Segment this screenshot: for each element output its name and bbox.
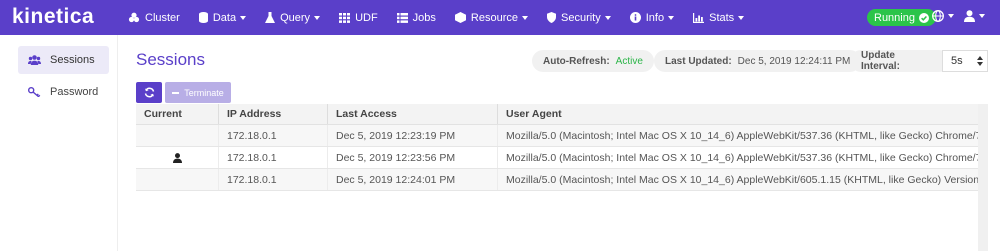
nav-security-label: Security — [561, 11, 601, 24]
minus-icon — [172, 91, 180, 94]
current-cell — [136, 169, 219, 190]
auto-refresh-label: Auto-Refresh: — [543, 55, 610, 67]
table-row[interactable]: 172.18.0.1 Dec 5, 2019 12:23:19 PM Mozil… — [136, 125, 978, 147]
nav-resource-label: Resource — [470, 11, 518, 24]
update-interval-label: Update Interval: — [861, 50, 900, 72]
info-icon — [629, 12, 641, 23]
column-header-current[interactable]: Current — [136, 104, 219, 124]
nav-stats-label: Stats — [709, 11, 735, 24]
user-agent-cell: Mozilla/5.0 (Macintosh; Intel Mac OS X 1… — [506, 173, 978, 186]
nav-data[interactable]: Data — [198, 11, 247, 24]
chevron-down-icon — [738, 15, 745, 20]
sidebar-item-password[interactable]: Password — [18, 78, 109, 106]
user-agent-cell: Mozilla/5.0 (Macintosh; Intel Mac OS X 1… — [506, 129, 978, 142]
list-icon — [396, 12, 408, 23]
nav-query[interactable]: Query — [265, 11, 321, 24]
globe-icon — [932, 10, 944, 22]
terminate-button[interactable]: Terminate — [165, 82, 231, 103]
sidebar: Sessions Password — [0, 35, 118, 251]
nav-jobs[interactable]: Jobs — [396, 11, 436, 24]
table-row[interactable]: 172.18.0.1 Dec 5, 2019 12:23:56 PM Mozil… — [136, 147, 978, 169]
nav-cluster[interactable]: Cluster — [128, 12, 180, 24]
cube-icon — [454, 12, 466, 23]
main-nav: Cluster Data Query UDF Jobs Resource Sec… — [128, 0, 763, 35]
nav-data-label: Data — [212, 11, 237, 24]
user-icon — [172, 152, 182, 163]
update-interval-pill: Update Interval: — [850, 50, 950, 72]
chevron-down-icon — [314, 15, 321, 20]
table-row[interactable]: 172.18.0.1 Dec 5, 2019 12:24:01 PM Mozil… — [136, 169, 978, 191]
last-updated-value: Dec 5, 2019 12:24:11 PM — [737, 55, 851, 67]
language-menu[interactable] — [932, 10, 954, 22]
user-menu[interactable] — [964, 10, 985, 22]
chevron-down-icon — [948, 14, 954, 18]
table-header: Current IP Address Last Access User Agen… — [136, 104, 978, 125]
last-updated-pill: Last Updated: Dec 5, 2019 12:24:11 PM — [654, 50, 862, 72]
auto-refresh-value: Active — [615, 55, 643, 67]
last-access-cell: Dec 5, 2019 12:23:56 PM — [328, 147, 498, 168]
chart-icon — [693, 12, 705, 23]
nav-info-label: Info — [645, 11, 665, 24]
sidebar-item-label: Password — [50, 86, 99, 98]
chevron-down-icon — [522, 15, 528, 20]
check-circle-icon — [918, 12, 929, 23]
database-icon — [198, 12, 208, 23]
auto-refresh-pill: Auto-Refresh: Active — [532, 50, 654, 72]
column-header-last-access[interactable]: Last Access — [328, 104, 498, 124]
column-header-user-agent[interactable]: User Agent — [498, 104, 978, 124]
table-body: 172.18.0.1 Dec 5, 2019 12:23:19 PM Mozil… — [136, 125, 978, 191]
logo: kinetica — [12, 5, 95, 28]
users-icon — [28, 55, 41, 65]
nav-info[interactable]: Info — [629, 11, 675, 24]
chevron-down-icon — [979, 14, 985, 18]
chevron-down-icon — [668, 15, 675, 20]
terminate-label: Terminate — [184, 87, 224, 98]
ip-cell: 172.18.0.1 — [219, 169, 328, 190]
current-cell — [136, 125, 219, 146]
last-access-cell: Dec 5, 2019 12:23:19 PM — [328, 125, 498, 146]
update-interval-value: 5s — [951, 55, 963, 67]
grid-icon — [339, 12, 351, 23]
page-title: Sessions — [136, 50, 205, 69]
current-cell — [136, 147, 219, 168]
cluster-icon — [128, 12, 140, 23]
flask-icon — [265, 12, 276, 23]
key-icon — [28, 87, 41, 97]
table-scrollbar[interactable] — [978, 104, 988, 251]
sidebar-item-sessions[interactable]: Sessions — [18, 46, 109, 74]
nav-udf[interactable]: UDF — [339, 12, 378, 24]
last-access-cell: Dec 5, 2019 12:24:01 PM — [328, 169, 498, 190]
ip-cell: 172.18.0.1 — [219, 147, 328, 168]
status-text: Running — [874, 11, 915, 24]
nav-resource[interactable]: Resource — [454, 11, 528, 24]
nav-cluster-label: Cluster — [145, 11, 180, 24]
column-header-ip[interactable]: IP Address — [219, 104, 328, 124]
refresh-button[interactable] — [136, 82, 162, 103]
user-icon — [964, 10, 975, 22]
chevron-down-icon — [604, 15, 611, 20]
nav-security[interactable]: Security — [547, 12, 611, 24]
top-navbar: kinetica Cluster Data Query UDF Jobs Res… — [0, 0, 1000, 35]
update-interval-select[interactable]: 5s — [942, 50, 988, 72]
refresh-icon — [144, 87, 154, 98]
sort-arrows-icon — [977, 56, 983, 66]
user-agent-cell: Mozilla/5.0 (Macintosh; Intel Mac OS X 1… — [506, 151, 978, 164]
sidebar-item-label: Sessions — [50, 54, 95, 66]
chevron-down-icon — [240, 15, 247, 20]
last-updated-label: Last Updated: — [665, 55, 732, 67]
nav-udf-label: UDF — [355, 11, 378, 24]
nav-query-label: Query — [280, 11, 311, 24]
nav-stats[interactable]: Stats — [693, 11, 745, 24]
sessions-table: Current IP Address Last Access User Agen… — [136, 104, 978, 191]
shield-icon — [547, 12, 556, 23]
ip-cell: 172.18.0.1 — [219, 125, 328, 146]
status-badge: Running — [867, 9, 936, 26]
nav-jobs-label: Jobs — [412, 11, 436, 24]
